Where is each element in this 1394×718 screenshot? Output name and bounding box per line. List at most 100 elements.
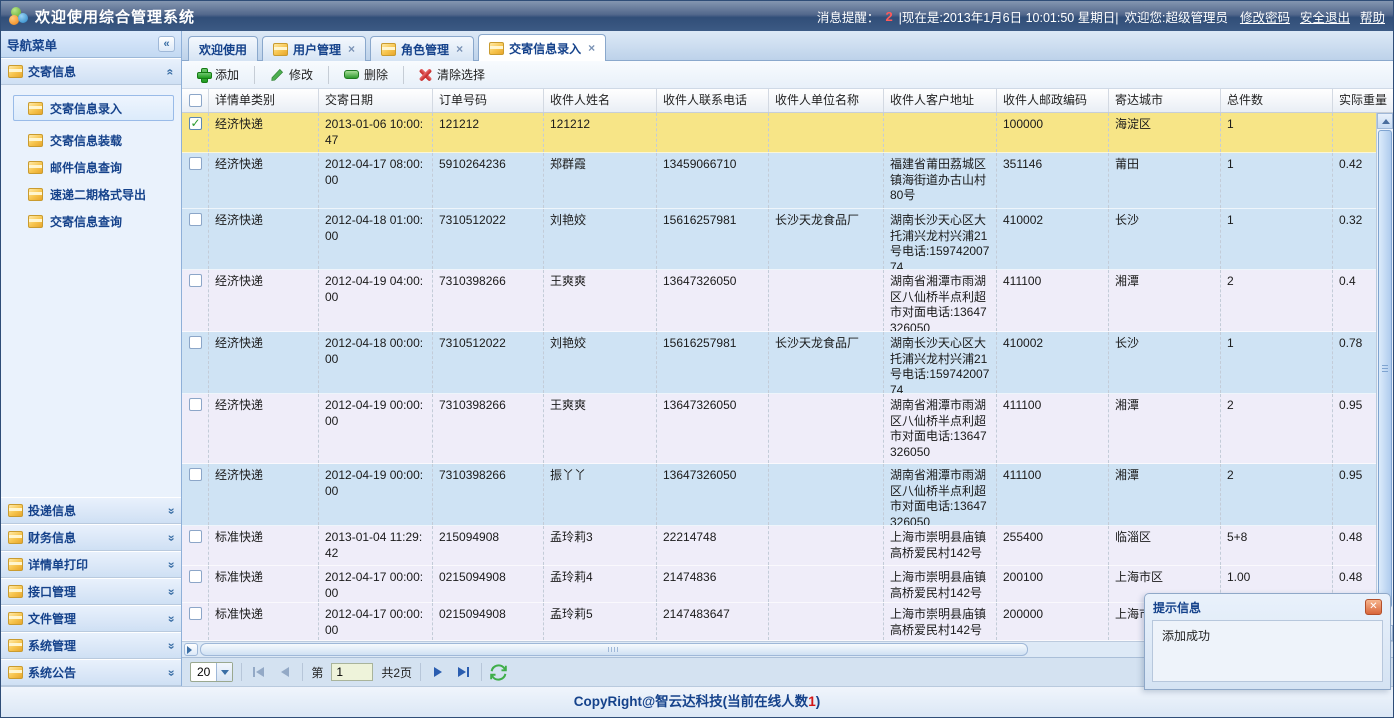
table-row[interactable]: 经济快递2012-04-19 04:00:007310398266王爽爽1364… bbox=[182, 270, 1376, 332]
column-header[interactable]: 寄达城市 bbox=[1109, 89, 1221, 112]
toolbar-separator bbox=[254, 66, 255, 84]
topbar-link[interactable]: 安全退出 bbox=[1300, 7, 1350, 26]
sidebar-group-expanded[interactable]: 交寄信息 « bbox=[1, 58, 181, 85]
table-cell bbox=[769, 153, 884, 208]
delete-button[interactable]: 删除 bbox=[335, 63, 397, 86]
row-checkbox[interactable] bbox=[189, 213, 202, 226]
row-checkbox[interactable] bbox=[189, 274, 202, 287]
clear-selection-button[interactable]: 清除选择 bbox=[410, 63, 494, 86]
table-cell: 13647326050 bbox=[657, 394, 769, 463]
column-header[interactable]: 收件人客户地址 bbox=[884, 89, 997, 112]
next-page-button[interactable] bbox=[429, 663, 447, 681]
last-page-button[interactable] bbox=[455, 663, 473, 681]
tab-close-icon[interactable]: × bbox=[456, 42, 463, 56]
sidebar-group-collapsed[interactable]: 财务信息« bbox=[1, 524, 181, 551]
column-header[interactable]: 收件人姓名 bbox=[544, 89, 657, 112]
row-checkbox[interactable] bbox=[189, 468, 202, 481]
table-row[interactable]: 经济快递2012-04-17 08:00:005910264236郑群霞1345… bbox=[182, 153, 1376, 209]
close-icon[interactable]: ✕ bbox=[1365, 599, 1382, 615]
sidebar-collapse-button[interactable]: « bbox=[158, 36, 175, 52]
column-header[interactable]: 收件人单位名称 bbox=[769, 89, 884, 112]
row-checkbox[interactable] bbox=[189, 570, 202, 583]
copyright-suffix: ) bbox=[816, 694, 821, 709]
tab[interactable]: 用户管理× bbox=[262, 36, 366, 61]
chevron-down-icon: « bbox=[164, 642, 178, 649]
sidebar-item[interactable]: 速递二期格式导出 bbox=[1, 181, 181, 208]
first-page-button[interactable] bbox=[250, 663, 268, 681]
edit-button[interactable]: 修改 bbox=[261, 63, 322, 86]
toolbar-separator bbox=[328, 66, 329, 84]
app-logo-icon bbox=[9, 6, 31, 26]
tab-close-icon[interactable]: × bbox=[348, 42, 355, 56]
sidebar-item[interactable]: 交寄信息录入 bbox=[13, 95, 174, 121]
sidebar-group-collapsed[interactable]: 系统公告« bbox=[1, 659, 181, 686]
row-checkbox[interactable] bbox=[189, 530, 202, 543]
column-header[interactable]: 收件人邮政编码 bbox=[997, 89, 1109, 112]
table-cell: 临淄区 bbox=[1109, 526, 1221, 565]
sidebar-group-collapsed[interactable]: 接口管理« bbox=[1, 578, 181, 605]
add-button-label: 添加 bbox=[215, 66, 239, 83]
sidebar-group-collapsed[interactable]: 投递信息« bbox=[1, 497, 181, 524]
tab-active[interactable]: 交寄信息录入× bbox=[478, 34, 606, 61]
tab[interactable]: 欢迎使用 bbox=[188, 36, 258, 61]
row-checkbox[interactable] bbox=[189, 398, 202, 411]
table-cell: 刘艳姣 bbox=[544, 209, 657, 269]
topbar-link[interactable]: 修改密码 bbox=[1240, 7, 1290, 26]
scroll-left-button[interactable] bbox=[184, 643, 198, 656]
vertical-scrollbar[interactable] bbox=[1376, 113, 1393, 641]
table-cell: 2012-04-19 00:00:00 bbox=[319, 394, 433, 463]
pager-separator bbox=[302, 663, 303, 681]
package-icon bbox=[8, 531, 23, 544]
page-number-input[interactable]: 1 bbox=[331, 663, 373, 681]
sidebar-group-collapsed[interactable]: 文件管理« bbox=[1, 605, 181, 632]
column-header[interactable]: 交寄日期 bbox=[319, 89, 433, 112]
column-header[interactable]: 详情单类别 bbox=[209, 89, 319, 112]
table-cell: 2012-04-19 04:00:00 bbox=[319, 270, 433, 331]
table-row[interactable]: 经济快递2012-04-19 00:00:007310398266振丫丫1364… bbox=[182, 464, 1376, 526]
row-checkbox-cell bbox=[182, 209, 209, 269]
horizontal-scroll-thumb[interactable] bbox=[200, 643, 1028, 656]
prev-page-button[interactable] bbox=[276, 663, 294, 681]
table-cell: 福建省莆田荔城区镇海街道办古山村80号 bbox=[884, 153, 997, 208]
sidebar-item[interactable]: 交寄信息装载 bbox=[1, 127, 181, 154]
table-cell: 2013-01-06 10:00:47 bbox=[319, 113, 433, 152]
grid-header-row: 详情单类别交寄日期订单号码收件人姓名收件人联系电话收件人单位名称收件人客户地址收… bbox=[182, 89, 1393, 113]
sidebar-group-label: 财务信息 bbox=[28, 529, 76, 546]
column-header[interactable]: 实际重量 bbox=[1333, 89, 1393, 112]
table-row[interactable]: 经济快递2013-01-06 10:00:4712121212121210000… bbox=[182, 113, 1376, 153]
header-checkbox[interactable] bbox=[189, 94, 202, 107]
popup-header[interactable]: 提示信息 ✕ bbox=[1145, 594, 1390, 620]
table-cell: 长沙 bbox=[1109, 209, 1221, 269]
sidebar-group-collapsed[interactable]: 详情单打印« bbox=[1, 551, 181, 578]
topbar: 欢迎使用综合管理系统 消息提醒： 2 |现在是:2013年1月6日 10:01:… bbox=[1, 1, 1393, 31]
table-row[interactable]: 经济快递2012-04-18 00:00:007310512022刘艳姣1561… bbox=[182, 332, 1376, 394]
tab[interactable]: 角色管理× bbox=[370, 36, 474, 61]
message-count-badge[interactable]: 2 bbox=[885, 9, 892, 24]
table-cell: 13647326050 bbox=[657, 270, 769, 331]
table-row[interactable]: 经济快递2012-04-18 01:00:007310512022刘艳姣1561… bbox=[182, 209, 1376, 270]
chevron-down-icon bbox=[216, 663, 232, 681]
column-header[interactable]: 总件数 bbox=[1221, 89, 1333, 112]
table-cell: 湖南长沙天心区大托浦兴龙村兴浦21号电话:15974200774 bbox=[884, 209, 997, 269]
topbar-link[interactable]: 帮助 bbox=[1360, 7, 1385, 26]
row-checkbox[interactable] bbox=[189, 157, 202, 170]
sidebar-item[interactable]: 邮件信息查询 bbox=[1, 154, 181, 181]
add-button[interactable]: 添加 bbox=[188, 63, 248, 86]
row-checkbox[interactable] bbox=[189, 607, 202, 620]
column-header[interactable]: 收件人联系电话 bbox=[657, 89, 769, 112]
row-checkbox[interactable] bbox=[189, 336, 202, 349]
scroll-up-button[interactable] bbox=[1377, 113, 1393, 129]
table-row[interactable]: 标准快递2013-01-04 11:29:42215094908孟玲莉32221… bbox=[182, 526, 1376, 566]
row-checkbox[interactable] bbox=[189, 117, 202, 130]
column-header[interactable]: 订单号码 bbox=[433, 89, 544, 112]
refresh-icon[interactable] bbox=[490, 664, 507, 681]
sidebar-item[interactable]: 交寄信息查询 bbox=[1, 208, 181, 235]
table-row[interactable]: 经济快递2012-04-19 00:00:007310398266王爽爽1364… bbox=[182, 394, 1376, 464]
sidebar-group-collapsed[interactable]: 系统管理« bbox=[1, 632, 181, 659]
tab-close-icon[interactable]: × bbox=[588, 41, 595, 55]
vertical-scroll-thumb[interactable] bbox=[1378, 130, 1392, 608]
table-cell: 湖南省湘潭市雨湖区八仙桥半点利超市对面电话:13647326050 bbox=[884, 270, 997, 331]
popup-title: 提示信息 bbox=[1153, 599, 1201, 616]
table-cell: 湖南长沙天心区大托浦兴龙村兴浦21号电话:15974200774 bbox=[884, 332, 997, 393]
page-size-select[interactable]: 20 bbox=[190, 662, 233, 682]
